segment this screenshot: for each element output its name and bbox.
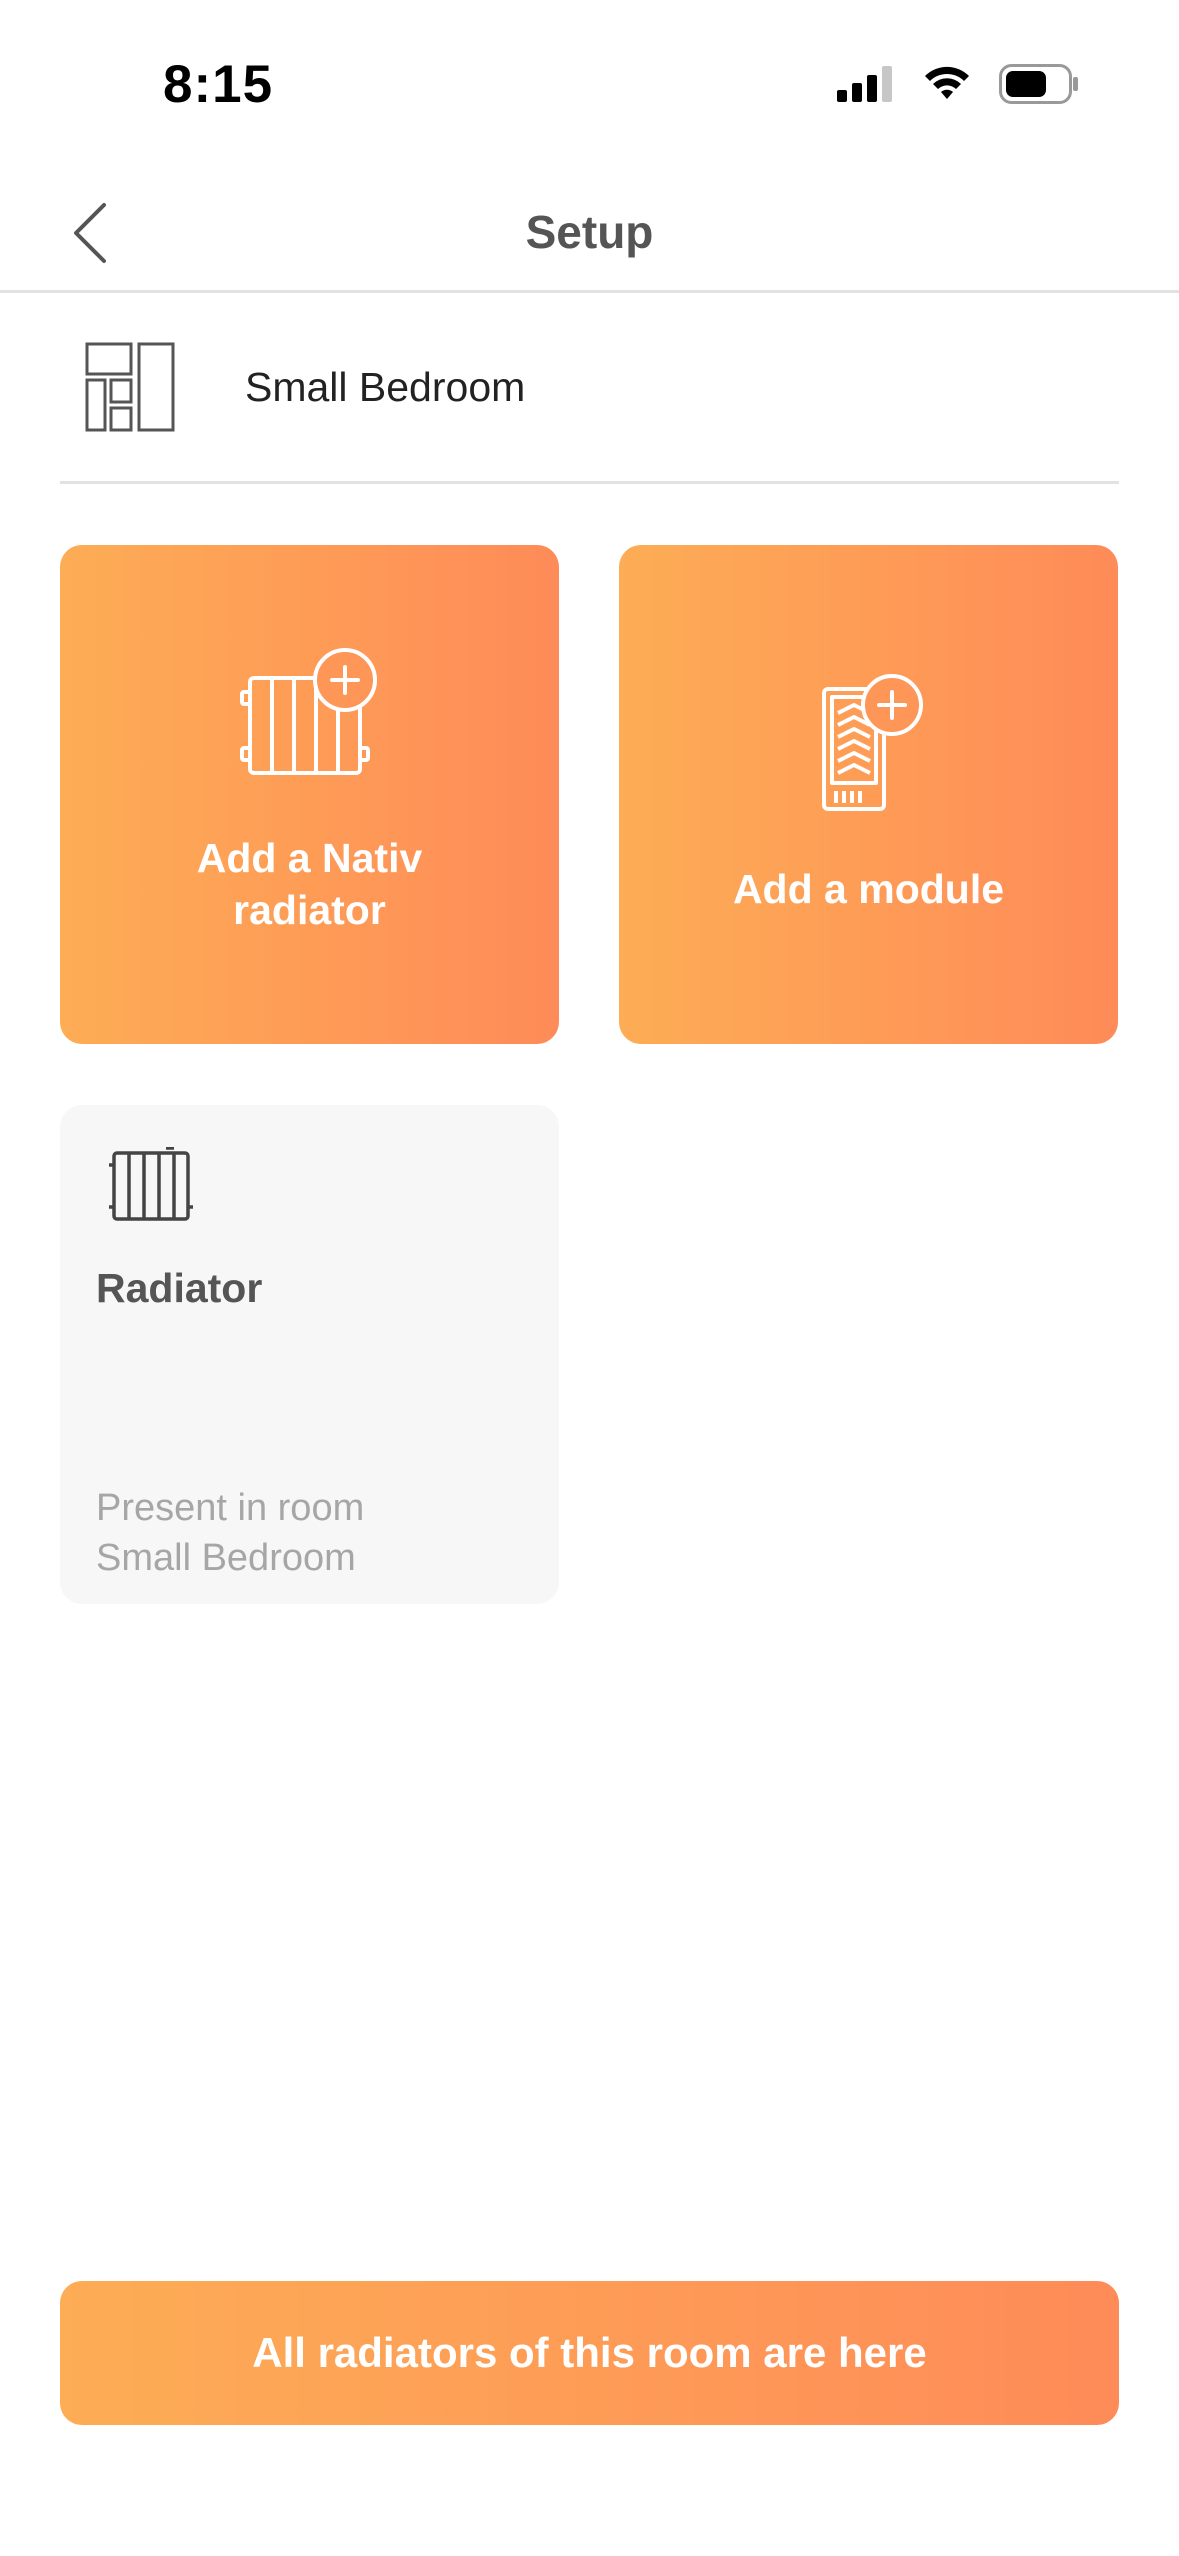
status-icons [837, 64, 1079, 109]
page-title: Setup [525, 206, 654, 258]
add-nativ-radiator-button[interactable]: Add a Nativ radiator [60, 545, 559, 1044]
add-module-button[interactable]: Add a module [619, 545, 1118, 1044]
radiator-add-icon [239, 648, 380, 778]
room-name: Small Bedroom [245, 363, 526, 410]
add-nativ-radiator-label-line1: Add a Nativ [196, 835, 423, 881]
nav-header: Setup [0, 175, 1179, 293]
add-nativ-radiator-label-line2: radiator [233, 887, 386, 933]
add-module-label: Add a module [732, 866, 1005, 912]
device-status-line2: Small Bedroom [96, 1537, 356, 1579]
module-add-icon [814, 673, 924, 813]
all-radiators-here-button[interactable]: All radiators of this room are here [60, 2281, 1119, 2425]
status-bar: 8:15 [0, 0, 1179, 175]
add-nativ-radiator-label: Add a Nativ radiator [197, 832, 423, 936]
device-status: Present in room Small Bedroom [96, 1483, 364, 1583]
room-layout-icon [85, 342, 175, 432]
status-time: 8:15 [163, 55, 274, 114]
radiator-icon [108, 1146, 194, 1228]
device-status-line1: Present in room [96, 1487, 365, 1529]
device-name: Radiator [96, 1265, 263, 1311]
setup-screen: 8:15 Setup Small Bedroom Add a Nativ rad… [0, 0, 1179, 2556]
wifi-icon [921, 65, 973, 108]
cellular-signal-icon [837, 66, 895, 107]
room-row: Small Bedroom [60, 293, 1119, 484]
battery-icon [999, 64, 1079, 109]
device-card-radiator[interactable]: Radiator Present in room Small Bedroom [60, 1105, 559, 1604]
